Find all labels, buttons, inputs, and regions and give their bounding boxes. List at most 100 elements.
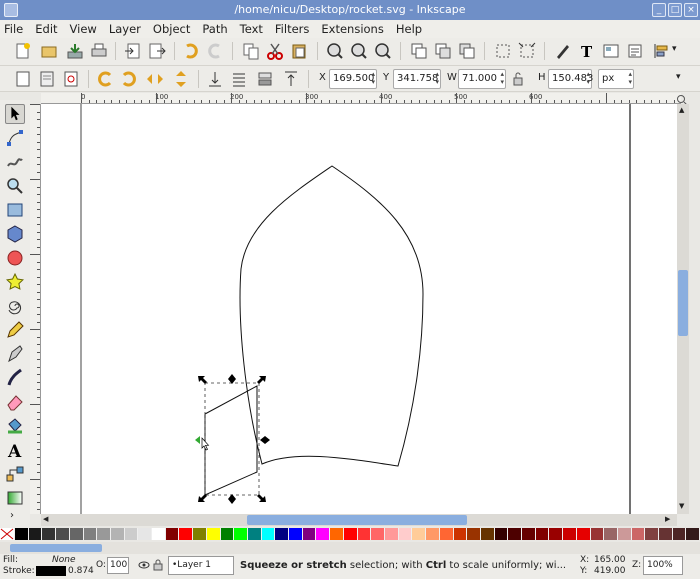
spiral-tool-icon[interactable] <box>5 296 25 316</box>
ellipse-tool-icon[interactable] <box>5 248 25 268</box>
height-spinbox[interactable]: 150.483 <box>548 69 593 89</box>
tweak-tool-icon[interactable] <box>5 152 25 172</box>
text-tool-icon[interactable]: A <box>5 440 25 460</box>
palette-swatch[interactable] <box>247 528 262 540</box>
palette-swatch[interactable] <box>508 528 523 540</box>
fill-stroke-icon[interactable] <box>554 42 572 60</box>
rocket-body-shape[interactable] <box>239 165 424 467</box>
menu-layer[interactable]: Layer <box>109 22 141 36</box>
palette-swatch[interactable] <box>56 528 70 540</box>
clone-icon[interactable] <box>434 42 452 60</box>
align-distribute-icon[interactable] <box>652 42 670 60</box>
maximize-button[interactable]: □ <box>668 3 682 17</box>
lower-icon[interactable] <box>256 70 274 88</box>
menu-help[interactable]: Help <box>396 22 422 36</box>
palette-swatch[interactable] <box>357 528 372 540</box>
menu-text[interactable]: Text <box>240 22 263 36</box>
stroke-width[interactable]: 0.874 <box>68 566 94 576</box>
pen-tool-icon[interactable] <box>5 344 25 364</box>
raise-icon[interactable] <box>230 70 248 88</box>
3d-box-tool-icon[interactable] <box>5 224 25 244</box>
flip-vertical-icon[interactable] <box>172 70 190 88</box>
palette-swatch[interactable] <box>330 528 344 540</box>
group-icon[interactable] <box>494 42 512 60</box>
unlink-clone-icon[interactable] <box>458 42 476 60</box>
pencil-tool-icon[interactable] <box>5 320 25 340</box>
zoom-spinbox[interactable]: 100% <box>643 556 683 575</box>
opacity-spinbox[interactable]: 100 <box>107 557 129 574</box>
palette-swatch[interactable] <box>110 528 125 540</box>
zoom-selection-icon[interactable] <box>326 42 344 60</box>
new-document-icon[interactable] <box>14 42 32 60</box>
menu-view[interactable]: View <box>70 22 97 36</box>
select-all-layers-icon[interactable] <box>38 70 56 88</box>
redo-icon[interactable] <box>206 42 224 60</box>
duplicate-icon[interactable] <box>410 42 428 60</box>
rectangle-tool-icon[interactable] <box>5 200 25 220</box>
cut-icon[interactable] <box>266 42 284 60</box>
palette-swatch[interactable] <box>549 528 564 540</box>
object-properties-icon[interactable] <box>626 42 644 60</box>
zoom-page-icon[interactable] <box>374 42 392 60</box>
undo-icon[interactable] <box>182 42 200 60</box>
palette-swatch[interactable] <box>97 528 111 540</box>
flip-horizontal-icon[interactable] <box>146 70 164 88</box>
palette-swatch[interactable] <box>480 528 495 540</box>
palette-swatch[interactable] <box>343 528 358 540</box>
eye-icon[interactable] <box>138 559 150 571</box>
node-tool-icon[interactable] <box>5 128 25 148</box>
palette-swatch[interactable] <box>234 528 248 540</box>
paste-icon[interactable] <box>290 42 308 60</box>
star-tool-icon[interactable] <box>5 272 25 292</box>
rotate-ccw-icon[interactable] <box>96 70 114 88</box>
palette-swatch[interactable] <box>384 528 399 540</box>
raise-to-top-icon[interactable] <box>282 70 300 88</box>
save-icon[interactable] <box>66 42 84 60</box>
palette-swatch[interactable] <box>289 528 303 540</box>
palette-swatch[interactable] <box>220 528 235 540</box>
palette-swatch[interactable] <box>28 528 43 540</box>
palette-swatch[interactable] <box>275 528 290 540</box>
palette-swatch[interactable] <box>42 528 57 540</box>
palette-swatch[interactable] <box>686 528 700 540</box>
palette-swatch[interactable] <box>535 528 550 540</box>
deselect-icon[interactable] <box>62 70 80 88</box>
unit-select[interactable]: px <box>598 69 634 89</box>
palette-swatch[interactable] <box>398 528 413 540</box>
vertical-scroll-thumb[interactable] <box>678 270 688 336</box>
minimize-button[interactable]: _ <box>652 3 666 17</box>
selector-tool[interactable] <box>5 104 25 124</box>
scroll-down-icon[interactable]: ▼ <box>679 502 684 510</box>
copy-icon[interactable] <box>242 42 260 60</box>
zoom-drawing-icon[interactable] <box>350 42 368 60</box>
gradient-tool-icon[interactable] <box>5 488 25 508</box>
palette-swatch[interactable] <box>165 528 180 540</box>
palette-swatch[interactable] <box>179 528 194 540</box>
menu-path[interactable]: Path <box>202 22 227 36</box>
open-icon[interactable] <box>40 42 58 60</box>
calligraphy-tool-icon[interactable] <box>5 368 25 388</box>
vertical-scrollbar[interactable]: ▲ ▼ <box>677 104 689 514</box>
palette-swatch[interactable] <box>138 528 153 540</box>
palette-swatch[interactable] <box>261 528 276 540</box>
no-paint-swatch[interactable] <box>0 528 15 540</box>
palette-swatch[interactable] <box>617 528 632 540</box>
palette-swatch[interactable] <box>631 528 646 540</box>
palette-swatch[interactable] <box>412 528 427 540</box>
controls-overflow-icon[interactable]: ▾ <box>676 72 681 82</box>
print-icon[interactable] <box>90 42 108 60</box>
palette-scrollbar[interactable] <box>0 542 700 554</box>
fill-value[interactable]: None <box>52 555 75 565</box>
drawing-canvas[interactable] <box>41 104 677 514</box>
color-palette[interactable] <box>0 528 700 542</box>
zoom-tool-icon[interactable] <box>5 176 25 196</box>
close-button[interactable]: × <box>684 3 698 17</box>
app-icon[interactable] <box>4 3 18 17</box>
palette-swatch[interactable] <box>645 528 660 540</box>
palette-swatch[interactable] <box>467 528 481 540</box>
eraser-tool-icon[interactable] <box>5 392 25 412</box>
y-spinbox[interactable]: 341.758 <box>393 69 441 89</box>
toolbar-overflow-icon[interactable]: ▾ <box>672 44 677 54</box>
scroll-right-icon[interactable]: ▶ <box>665 515 670 523</box>
palette-swatch[interactable] <box>426 528 440 540</box>
